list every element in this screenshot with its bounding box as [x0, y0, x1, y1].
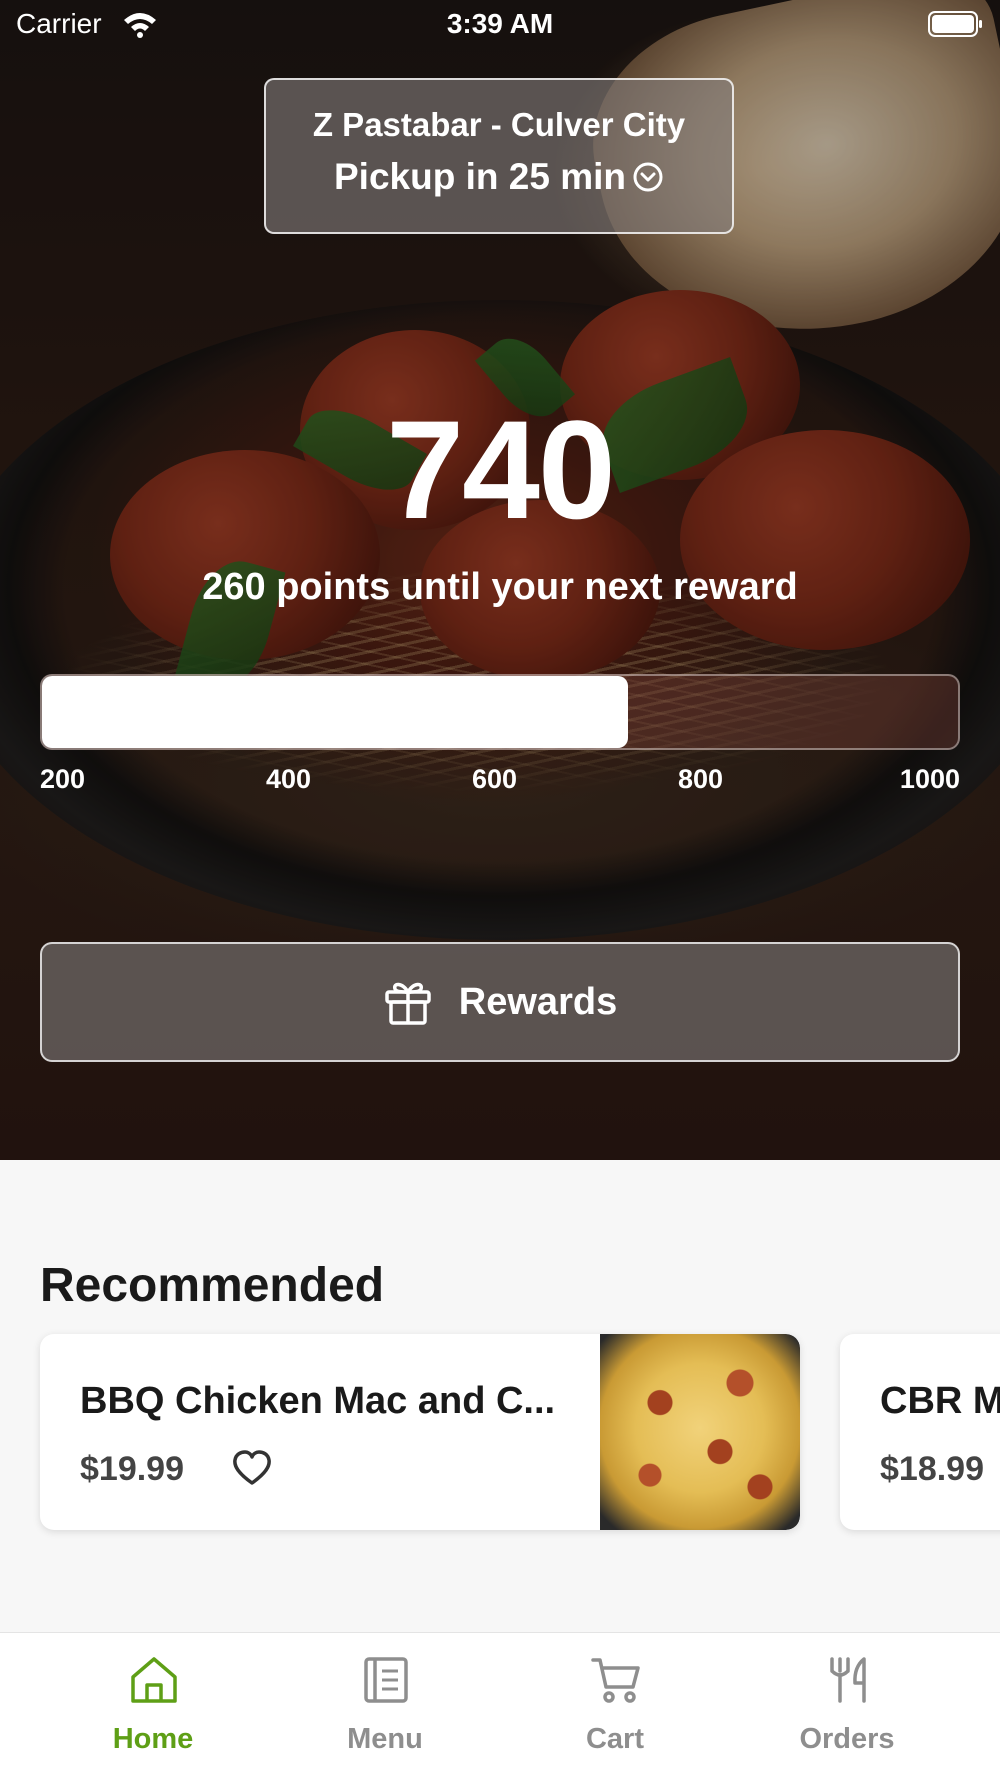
store-selector-button[interactable]: Z Pastabar - Culver City Pickup in 25 mi… [264, 78, 734, 234]
rewards-button[interactable]: Rewards [40, 942, 960, 1062]
recommended-title: Recommended [40, 1259, 385, 1312]
item-name: CBR M [880, 1380, 1000, 1422]
tab-bar: Home Menu Cart Orders [0, 1632, 1000, 1778]
tab-label: Orders [799, 1723, 895, 1755]
item-price: $19.99 [80, 1450, 184, 1488]
utensils-icon [830, 1657, 866, 1703]
chevron-down-circle-icon [633, 162, 663, 192]
tab-label: Menu [347, 1723, 423, 1755]
battery-icon [928, 11, 982, 37]
rewards-progress-bar [40, 674, 960, 750]
item-price: $18.99 [880, 1450, 984, 1488]
tab-menu[interactable]: Menu [260, 1633, 510, 1778]
progress-tick: 600 [472, 764, 518, 794]
tab-label: Home [112, 1723, 194, 1755]
rewards-button-label: Rewards [458, 980, 618, 1023]
progress-ticks: 200 400 600 800 1000 [40, 764, 960, 800]
pickup-label: Pickup in 25 min [334, 156, 626, 197]
menu-icon [364, 1657, 408, 1703]
gift-icon [385, 982, 431, 1025]
home-icon [131, 1657, 177, 1703]
rewards-progress-fill [42, 676, 629, 748]
cart-icon [591, 1658, 640, 1703]
heart-icon[interactable] [232, 1450, 272, 1486]
recommended-item-card[interactable]: BBQ Chicken Mac and C... $19.99 [40, 1334, 800, 1530]
progress-tick: 200 [40, 764, 86, 794]
progress-tick: 1000 [899, 764, 960, 794]
status-bar: Carrier 3:39 AM [0, 0, 1000, 52]
recommended-item-card[interactable]: CBR M $18.99 [840, 1334, 1000, 1530]
tab-cart[interactable]: Cart [490, 1633, 740, 1778]
progress-tick: 400 [266, 764, 312, 794]
pickup-time: Pickup in 25 min [266, 156, 732, 198]
points-caption: 260 points until your next reward [202, 566, 798, 608]
store-name: Z Pastabar - Culver City [312, 106, 686, 143]
progress-tick: 800 [678, 764, 724, 794]
tab-label: Cart [585, 1723, 644, 1755]
item-name: BBQ Chicken Mac and C... [80, 1380, 556, 1422]
tab-home[interactable]: Home [28, 1633, 278, 1778]
status-time: 3:39 AM [446, 8, 554, 39]
item-image [600, 1334, 800, 1530]
points-balance: 740 [386, 391, 616, 548]
tab-orders[interactable]: Orders [722, 1633, 972, 1778]
home-screen: Carrier 3:39 AM Z Pastabar - Culver City… [0, 0, 1000, 1778]
